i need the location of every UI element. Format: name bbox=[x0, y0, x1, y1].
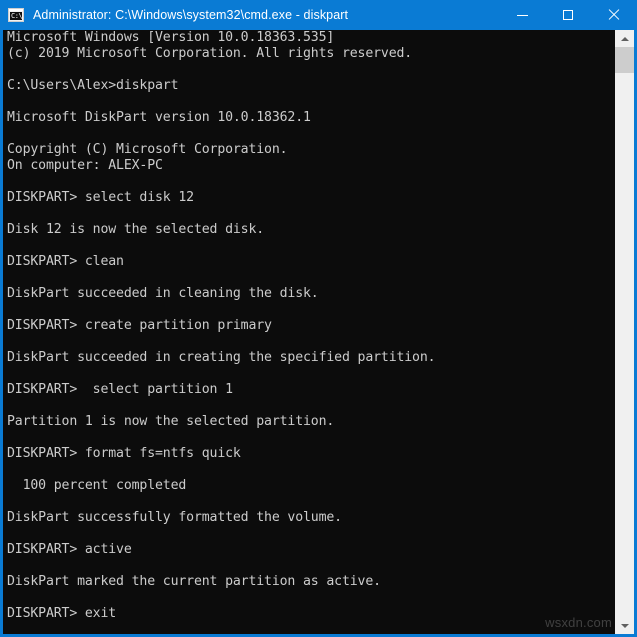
console-line: DiskPart succeeded in cleaning the disk. bbox=[7, 286, 319, 301]
title-bar[interactable]: C:\. Administrator: C:\Windows\system32\… bbox=[3, 0, 634, 30]
chevron-up-icon bbox=[620, 36, 629, 41]
minimize-button[interactable] bbox=[499, 0, 545, 30]
console-line: DISKPART> format fs=ntfs quick bbox=[7, 446, 241, 461]
console-line-list: Microsoft Windows [Version 10.0.18363.53… bbox=[7, 30, 615, 634]
console-line: (c) 2019 Microsoft Corporation. All righ… bbox=[7, 46, 413, 61]
console-line: DiskPart marked the current partition as… bbox=[7, 574, 381, 589]
maximize-icon bbox=[563, 10, 573, 20]
console-line: DISKPART> create partition primary bbox=[7, 318, 272, 333]
console-line: DiskPart successfully formatted the volu… bbox=[7, 510, 342, 525]
close-button[interactable] bbox=[591, 0, 634, 30]
window-controls bbox=[499, 0, 634, 30]
scrollbar-thumb[interactable] bbox=[615, 47, 634, 73]
watermark-text: wsxdn.com bbox=[545, 615, 612, 630]
console-line: Microsoft DiskPart version 10.0.18362.1 bbox=[7, 110, 311, 125]
chevron-down-icon bbox=[620, 623, 629, 628]
cmd-window: C:\. Administrator: C:\Windows\system32\… bbox=[0, 0, 637, 637]
window-title: Administrator: C:\Windows\system32\cmd.e… bbox=[33, 8, 349, 22]
console-line: Copyright (C) Microsoft Corporation. bbox=[7, 142, 288, 157]
cmd-icon-prompt-text: C:\. bbox=[11, 12, 22, 20]
minimize-icon bbox=[516, 14, 528, 16]
console-line: Disk 12 is now the selected disk. bbox=[7, 222, 265, 237]
console-line: DISKPART> clean bbox=[7, 254, 124, 269]
close-icon bbox=[608, 9, 620, 21]
console-line: DISKPART> exit bbox=[7, 606, 117, 621]
console-line: 100 percent completed bbox=[7, 478, 187, 493]
console-line: Microsoft Windows [Version 10.0.18363.53… bbox=[7, 30, 335, 45]
console-line: DISKPART> select partition 1 bbox=[7, 382, 233, 397]
console-line: On computer: ALEX-PC bbox=[7, 158, 163, 173]
console-line: DiskPart succeeded in creating the speci… bbox=[7, 350, 436, 365]
console-line: DISKPART> active bbox=[7, 542, 132, 557]
console-line: DISKPART> select disk 12 bbox=[7, 190, 194, 205]
console-line: Partition 1 is now the selected partitio… bbox=[7, 414, 335, 429]
vertical-scrollbar[interactable] bbox=[615, 30, 634, 634]
scroll-up-button[interactable] bbox=[615, 30, 634, 47]
cmd-console-icon: C:\. bbox=[8, 8, 24, 22]
console-output[interactable]: Microsoft Windows [Version 10.0.18363.53… bbox=[3, 30, 615, 634]
scroll-down-button[interactable] bbox=[615, 617, 634, 634]
maximize-button[interactable] bbox=[545, 0, 591, 30]
console-line: C:\Users\Alex>diskpart bbox=[7, 78, 179, 93]
